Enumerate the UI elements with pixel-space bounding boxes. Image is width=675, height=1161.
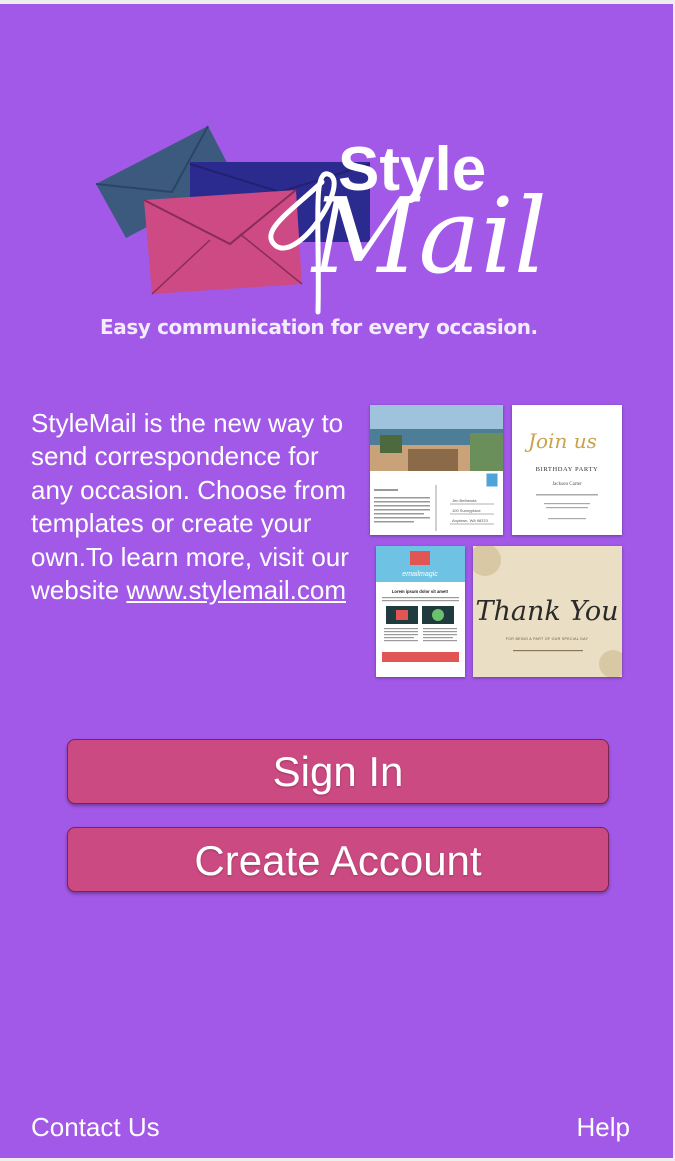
sign-in-button[interactable]: Sign In [67, 739, 609, 804]
birthday-card-image: Join us BIRTHDAY PARTY Jackson Carter [524, 429, 599, 520]
website-link[interactable]: www.stylemail.com [126, 575, 346, 605]
logo-mail-text: Mail [310, 175, 547, 297]
postcard-image: Jen Bethesda 100 Sunnyplace Anytown, WA … [370, 405, 503, 531]
envelope-pink-icon [143, 189, 303, 295]
contact-us-link[interactable]: Contact Us [31, 1112, 160, 1143]
postcard-address-2: 100 Sunnyplace [452, 508, 481, 513]
birthday-headline: Join us [524, 429, 597, 453]
postcard-address-1: Jen Bethesda [452, 498, 477, 503]
birthday-line-2: Jackson Carter [552, 482, 582, 487]
create-account-button[interactable]: Create Account [67, 827, 609, 892]
newsletter-image: emailmagic Lorem ipsum dolor sit amet! [376, 546, 465, 662]
template-newsletter[interactable]: emailmagic Lorem ipsum dolor sit amet! [376, 546, 465, 677]
postcard-address-3: Anytown, WA 98370 [452, 518, 489, 523]
thank-you-card-image: Thank You FOR BEING A PART OF OUR SPECIA… [473, 546, 622, 677]
tagline: Easy communication for every occasion. [100, 315, 538, 339]
template-thank-you[interactable]: Thank You FOR BEING A PART OF OUR SPECIA… [473, 546, 622, 677]
thank-you-subline: FOR BEING A PART OF OUR SPECIAL DAY [506, 637, 589, 641]
thank-you-headline: Thank You [476, 596, 619, 627]
template-postcard[interactable]: Jen Bethesda 100 Sunnyplace Anytown, WA … [370, 405, 503, 535]
newsletter-brand: emailmagic [402, 571, 438, 578]
welcome-screen: Style Mail Easy communication for every … [0, 4, 673, 1158]
birthday-line-1: BIRTHDAY PARTY [536, 466, 599, 473]
help-link[interactable]: Help [577, 1112, 630, 1143]
stylemail-logo: Style Mail [95, 125, 547, 315]
newsletter-heading: Lorem ipsum dolor sit amet! [392, 589, 448, 594]
template-birthday[interactable]: Join us BIRTHDAY PARTY Jackson Carter [512, 405, 622, 535]
intro-text: StyleMail is the new way to send corresp… [31, 407, 351, 607]
